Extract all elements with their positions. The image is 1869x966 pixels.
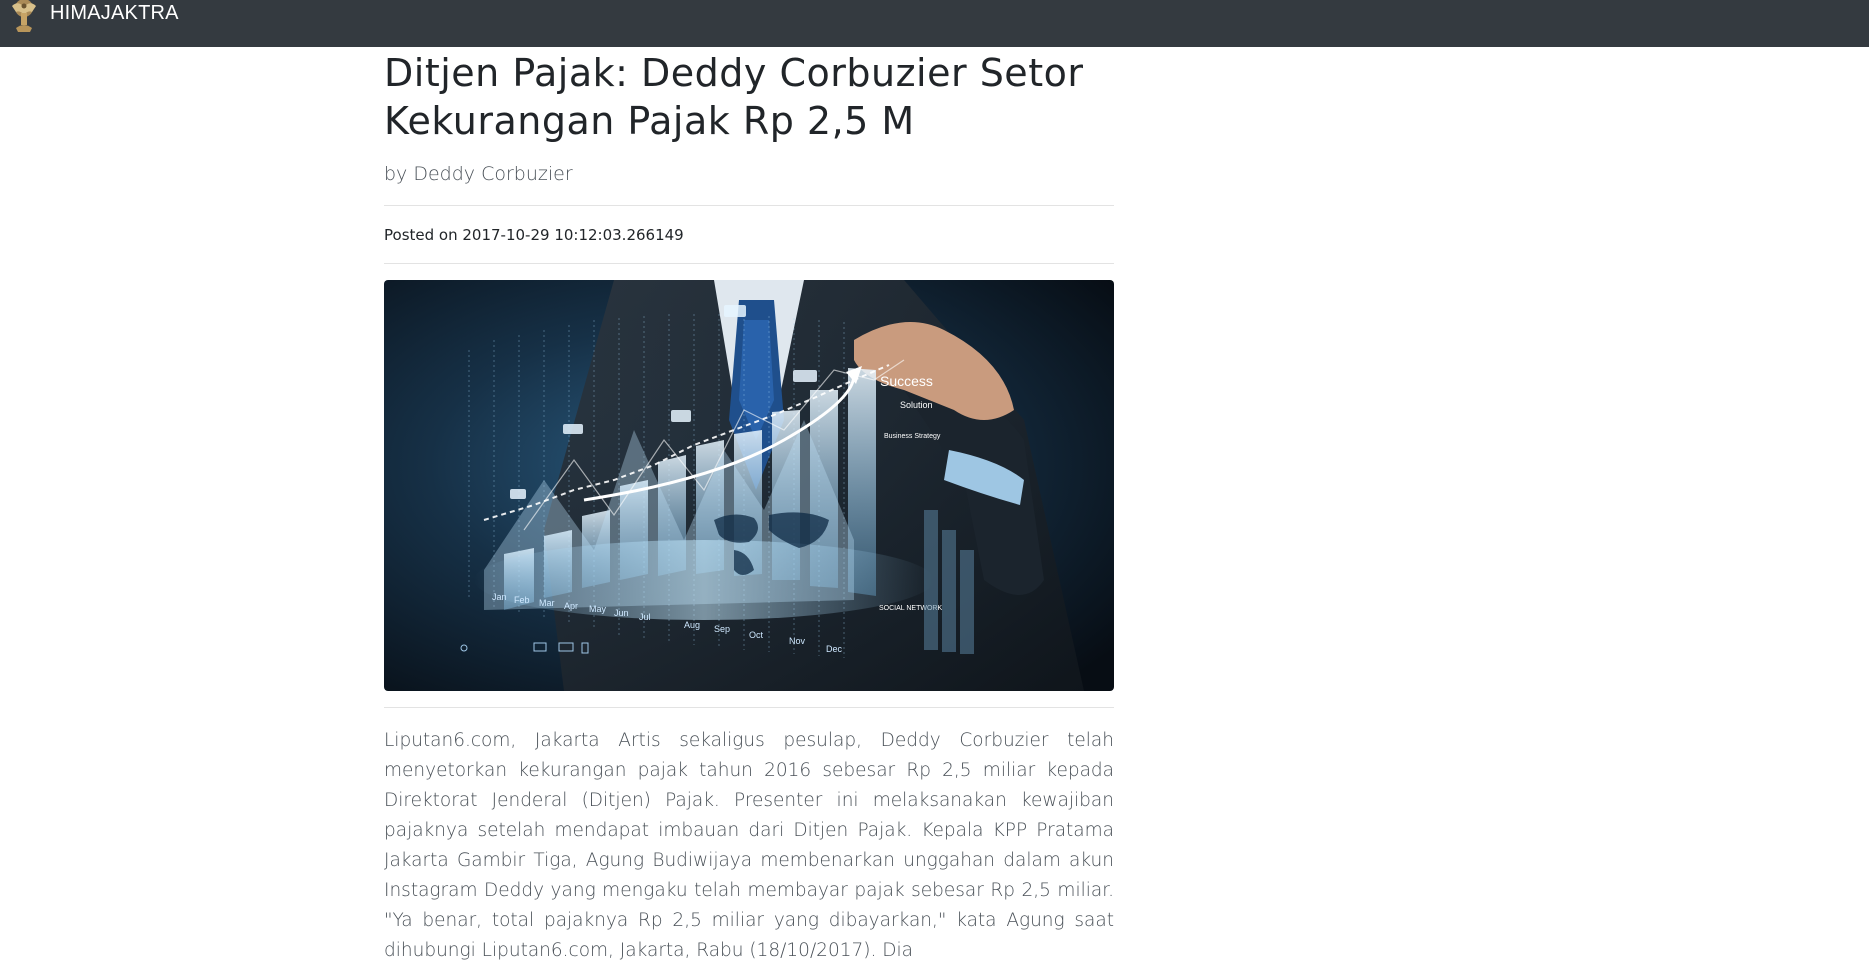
posted-datetime: 2017-10-29 10:12:03.266149 (462, 226, 684, 244)
svg-text:Feb: Feb (514, 595, 530, 605)
brand-name: HIMAJAKTRA (50, 2, 179, 24)
svg-text:Business Strategy: Business Strategy (884, 433, 941, 440)
brand-link[interactable]: HIMAJAKTRA (8, 0, 179, 34)
svg-text:Apr: Apr (564, 601, 578, 611)
svg-text:Jul: Jul (639, 612, 651, 622)
svg-text:Dec: Dec (826, 644, 843, 654)
article-body: Liputan6.com, Jakarta Artis sekaligus pe… (384, 730, 1114, 961)
svg-text:Oct: Oct (749, 630, 764, 640)
svg-text:Solution: Solution (900, 400, 933, 410)
eagle-emblem-icon (12, 0, 36, 32)
by-prefix: by (384, 163, 408, 185)
svg-text:Jan: Jan (492, 592, 507, 602)
posted-date: Posted on 2017-10-29 10:12:03.266149 (384, 206, 1114, 263)
hero-image: Success Solution Business Strategy SOCIA… (384, 280, 1114, 691)
svg-text:Nov: Nov (789, 636, 806, 646)
post-byline: by Deddy Corbuzier (384, 160, 1114, 188)
hero-label-success: Success (880, 373, 933, 389)
posted-prefix: Posted on (384, 226, 458, 244)
post-title: Ditjen Pajak: Deddy Corbuzier Setor Keku… (384, 51, 1084, 143)
author-link[interactable]: Deddy Corbuzier (413, 163, 572, 185)
divider (384, 263, 1114, 264)
svg-text:Aug: Aug (684, 620, 700, 630)
divider (384, 707, 1114, 708)
svg-text:Sep: Sep (714, 624, 730, 634)
svg-text:May: May (589, 604, 607, 614)
svg-text:Mar: Mar (539, 598, 555, 608)
post-container: Ditjen Pajak: Deddy Corbuzier Setor Keku… (384, 47, 1114, 966)
svg-text:Jun: Jun (614, 608, 629, 618)
top-navbar: HIMAJAKTRA (0, 0, 1869, 47)
